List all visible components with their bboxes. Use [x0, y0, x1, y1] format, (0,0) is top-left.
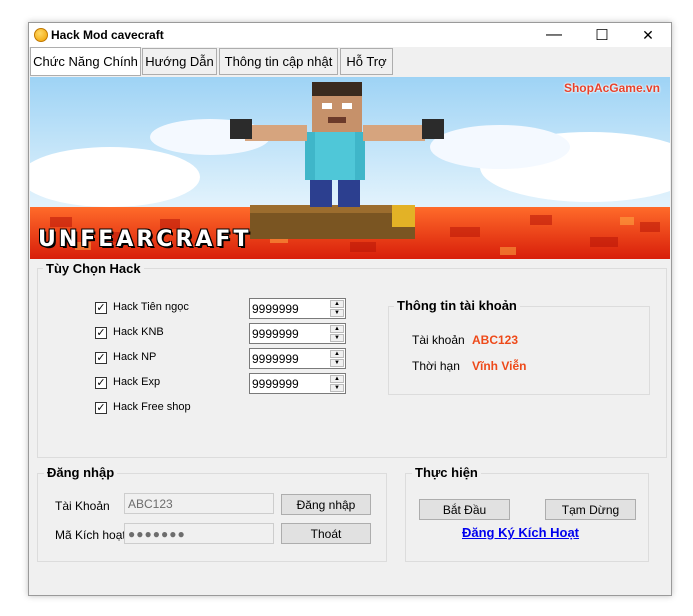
account-info-title: Thông tin tài khoản: [394, 298, 520, 313]
checkbox-label: Hack NP: [113, 351, 157, 363]
login-group: Đăng nhập Tài Khoản ABC123 Đăng nhập Mã …: [37, 465, 387, 562]
checkbox-label: Hack KNB: [113, 326, 164, 338]
tab-support[interactable]: Hỗ Trợ: [340, 48, 393, 75]
stepper-down-icon[interactable]: ▼: [330, 384, 344, 392]
app-icon: [34, 28, 48, 42]
stepper-up-icon[interactable]: ▲: [330, 325, 344, 333]
stepper-up-icon[interactable]: ▲: [330, 300, 344, 308]
banner-logo-text: UNFEARCRAFT: [38, 227, 252, 252]
stepper-value: 9999999: [252, 327, 299, 341]
checkbox-hack-exp[interactable]: ✓: [95, 377, 107, 389]
checkbox-hack-free-shop[interactable]: ✓: [95, 402, 107, 414]
checkbox-label: Hack Tiên ngọc: [113, 301, 189, 313]
banner-watermark: ShopAcGame.vn: [563, 81, 660, 95]
exp-stepper[interactable]: 9999999 ▲ ▼: [249, 373, 346, 394]
tab-strip: Chức Năng Chính Hướng Dẫn Thông tin cập …: [29, 47, 671, 77]
stepper-value: 9999999: [252, 377, 299, 391]
stepper-value: 9999999: [252, 302, 299, 316]
np-stepper[interactable]: 9999999 ▲ ▼: [249, 348, 346, 369]
account-label: Tài khoản: [412, 333, 465, 347]
account-value: ABC123: [472, 333, 519, 347]
hack-options-group: Tùy Chọn Hack ✓ Hack Tiên ngọc 9999999 ▲…: [37, 261, 667, 458]
duration-label: Thời hạn: [412, 359, 460, 373]
login-title: Đăng nhập: [44, 465, 118, 480]
checkbox-hack-np[interactable]: ✓: [95, 352, 107, 364]
checkbox-hack-tien-ngoc[interactable]: ✓: [95, 302, 107, 314]
title-bar: Hack Mod cavecraft — ☐ ✕: [29, 23, 671, 47]
actions-group: Thực hiện Bắt Đầu Tạm Dừng Đăng Ký Kích …: [405, 465, 649, 562]
account-info-group: Thông tin tài khoản Tài khoản ABC123 Thờ…: [388, 298, 650, 395]
window-title: Hack Mod cavecraft: [51, 28, 164, 42]
knb-stepper[interactable]: 9999999 ▲ ▼: [249, 323, 346, 344]
stepper-down-icon[interactable]: ▼: [330, 309, 344, 317]
main-window: Hack Mod cavecraft — ☐ ✕ Chức Năng Chính…: [28, 22, 672, 596]
minimize-button[interactable]: —: [531, 23, 577, 47]
maximize-button[interactable]: ☐: [579, 23, 625, 47]
stepper-down-icon[interactable]: ▼: [330, 359, 344, 367]
hack-options-title: Tùy Chọn Hack: [43, 261, 144, 276]
stepper-up-icon[interactable]: ▲: [330, 350, 344, 358]
login-account-label: Tài Khoản: [55, 499, 110, 513]
stepper-down-icon[interactable]: ▼: [330, 334, 344, 342]
tab-update-info[interactable]: Thông tin cập nhật: [219, 48, 338, 75]
duration-value: Vĩnh Viễn: [472, 359, 527, 373]
close-button[interactable]: ✕: [625, 23, 671, 47]
banner-image: ShopAcGame.vn UNFEARCRAFT: [30, 77, 670, 259]
activation-code-label: Mã Kích hoạt: [55, 528, 126, 542]
exit-button[interactable]: Thoát: [281, 523, 371, 544]
checkbox-label: Hack Free shop: [113, 401, 191, 413]
pause-button[interactable]: Tạm Dừng: [545, 499, 636, 520]
start-button[interactable]: Bắt Đầu: [419, 499, 510, 520]
actions-title: Thực hiện: [412, 465, 481, 480]
tab-guide[interactable]: Hướng Dẫn: [142, 48, 217, 75]
login-account-field[interactable]: ABC123: [124, 493, 274, 514]
login-button[interactable]: Đăng nhập: [281, 494, 371, 515]
tab-main-functions[interactable]: Chức Năng Chính: [30, 47, 141, 76]
checkbox-label: Hack Exp: [113, 376, 161, 388]
tien-ngoc-stepper[interactable]: 9999999 ▲ ▼: [249, 298, 346, 319]
register-activation-link[interactable]: Đăng Ký Kích Hoạt: [462, 525, 579, 540]
activation-code-field[interactable]: ●●●●●●●: [124, 523, 274, 544]
stepper-value: 9999999: [252, 352, 299, 366]
stepper-up-icon[interactable]: ▲: [330, 375, 344, 383]
checkbox-hack-knb[interactable]: ✓: [95, 327, 107, 339]
